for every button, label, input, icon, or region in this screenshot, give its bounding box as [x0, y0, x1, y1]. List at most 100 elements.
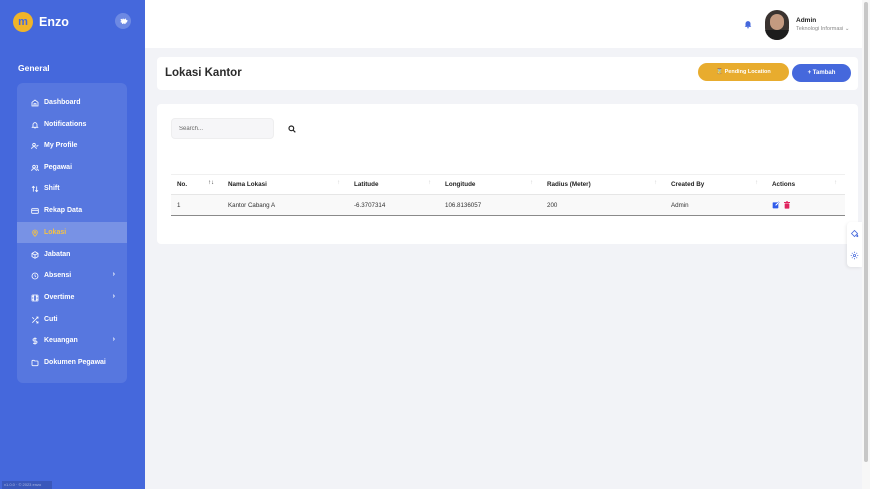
- cell-latitude: -6.3707314: [348, 194, 439, 216]
- sidebar-item-label: Jabatan: [44, 251, 71, 258]
- cell-created-by: Admin: [665, 194, 766, 216]
- page-header-card: Lokasi Kantor ⌛ Pending Location + Tamba…: [157, 57, 858, 90]
- table-row: 1 Kantor Cabang A -6.3707314 106.8136057…: [171, 194, 845, 216]
- column-label: Nama Lokasi: [228, 181, 267, 188]
- sidebar-item-cuti[interactable]: Cuti: [17, 309, 127, 330]
- cell-no: 1: [171, 194, 222, 216]
- column-header-radius[interactable]: Radius (Meter) ↑: [541, 174, 665, 195]
- version-label: v1.0.0 · © 2023 enzo: [2, 481, 52, 489]
- sidebar-item-label: Notifications: [44, 121, 87, 128]
- sidebar-item-dashboard[interactable]: Dashboard: [17, 92, 127, 113]
- search-input[interactable]: [171, 118, 274, 139]
- sidebar-section-title: General: [18, 63, 50, 73]
- column-label: Latitude: [354, 181, 379, 188]
- film-icon: [31, 294, 39, 301]
- column-header-longitude[interactable]: Longitude ↑: [439, 174, 541, 195]
- sort-icon: ↑: [654, 180, 657, 186]
- sidebar-settings-button[interactable]: [115, 13, 131, 29]
- column-header-created-by[interactable]: Created By ↑: [665, 174, 766, 195]
- sidebar-menu: Dashboard Notifications My Profile Pegaw…: [17, 83, 127, 383]
- sidebar-item-absensi[interactable]: Absensi ›: [17, 265, 127, 286]
- sort-icon: ↑↓: [208, 180, 214, 186]
- sidebar-item-label: Dashboard: [44, 99, 81, 106]
- sort-icon: ↑: [834, 180, 837, 186]
- user-role-dropdown[interactable]: Teknologi Informasi ⌄: [796, 26, 850, 32]
- sidebar-item-label: Pegawai: [44, 164, 73, 171]
- bell-icon[interactable]: [743, 19, 753, 29]
- sidebar-item-label: Absensi: [44, 272, 72, 279]
- sidebar-item-label: My Profile: [44, 142, 78, 149]
- sidebar-item-label: Dokumen Pegawai: [44, 359, 106, 366]
- bell-icon: [31, 121, 39, 128]
- chevron-right-icon: ›: [112, 271, 115, 278]
- brand[interactable]: m Enzo: [13, 12, 69, 32]
- sort-icon: ↑: [337, 180, 340, 186]
- avatar[interactable]: [765, 10, 789, 40]
- floating-tools: [847, 222, 862, 267]
- page-title: Lokasi Kantor: [165, 67, 242, 79]
- edit-icon[interactable]: [772, 201, 780, 209]
- column-label: Actions: [772, 181, 796, 188]
- sidebar-item-overtime[interactable]: Overtime ›: [17, 287, 127, 308]
- shuffle-icon: [32, 316, 39, 323]
- sidebar-item-keuangan[interactable]: Keuangan ›: [17, 330, 127, 351]
- sidebar-item-label: Keuangan: [44, 337, 78, 344]
- swap-icon: [31, 185, 39, 192]
- user-check-icon: [31, 142, 39, 149]
- sidebar-item-label: Cuti: [44, 316, 58, 323]
- sidebar-item-label: Shift: [44, 185, 60, 192]
- sidebar-item-shift[interactable]: Shift: [17, 178, 127, 199]
- column-header-latitude[interactable]: Latitude ↑: [348, 174, 439, 195]
- folder-icon: [31, 359, 39, 366]
- column-header-nama-lokasi[interactable]: Nama Lokasi ↑: [222, 174, 348, 195]
- scrollbar-thumb[interactable]: [864, 2, 868, 462]
- cell-longitude: 106.8136057: [439, 194, 541, 216]
- paint-bucket-icon[interactable]: [850, 229, 859, 238]
- pending-location-button[interactable]: ⌛ Pending Location: [698, 63, 789, 81]
- sidebar-item-label: Lokasi: [44, 229, 67, 236]
- column-label: Created By: [671, 181, 705, 188]
- cell-radius: 200: [541, 194, 665, 216]
- dollar-icon: [32, 336, 38, 345]
- sidebar-item-label: Rekap Data: [44, 207, 83, 214]
- search-icon[interactable]: [288, 125, 296, 133]
- clock-icon: [31, 272, 39, 279]
- sidebar-item-label: Overtime: [44, 294, 75, 301]
- user-name[interactable]: Admin: [796, 17, 816, 24]
- sort-icon: ↑: [428, 180, 431, 186]
- card-icon: [31, 207, 39, 214]
- sidebar-item-notifications[interactable]: Notifications: [17, 114, 127, 135]
- cell-nama-lokasi: Kantor Cabang A: [222, 194, 348, 216]
- chevron-right-icon: ›: [112, 293, 115, 300]
- sort-icon: ↑: [530, 180, 533, 186]
- home-icon: [31, 98, 39, 106]
- top-header: Admin Teknologi Informasi ⌄: [145, 0, 862, 48]
- column-label: Longitude: [445, 181, 476, 188]
- sidebar-item-rekap-data[interactable]: Rekap Data: [17, 200, 127, 221]
- trash-icon[interactable]: [783, 201, 791, 209]
- sidebar-item-my-profile[interactable]: My Profile: [17, 135, 127, 156]
- brand-name: Enzo: [39, 15, 69, 29]
- sidebar-item-dokumen-pegawai[interactable]: Dokumen Pegawai: [17, 352, 127, 373]
- chevron-right-icon: ›: [112, 336, 115, 343]
- chevron-down-icon: ⌄: [844, 26, 850, 32]
- column-label: No.: [177, 181, 188, 188]
- table-header-row: No. ↑↓ Nama Lokasi ↑ Latitude ↑ Longitude ↑ …: [171, 174, 845, 195]
- column-header-no[interactable]: No. ↑↓: [171, 174, 222, 195]
- add-location-button[interactable]: + Tambah: [792, 64, 851, 82]
- sidebar: m Enzo General Dashboard Notifications M…: [0, 0, 145, 489]
- avatar-face: [770, 14, 784, 30]
- sidebar-item-lokasi[interactable]: Lokasi: [17, 222, 127, 243]
- cell-actions: [766, 194, 845, 216]
- gear-icon[interactable]: [850, 251, 859, 260]
- user-role: Teknologi Informasi: [796, 26, 844, 32]
- location-table: No. ↑↓ Nama Lokasi ↑ Latitude ↑ Longitude ↑ …: [171, 174, 845, 216]
- map-pin-icon: [32, 229, 38, 237]
- column-header-actions[interactable]: Actions ↑: [766, 174, 845, 195]
- avatar-shirt: [765, 30, 789, 40]
- gear-icon: [120, 18, 128, 24]
- sidebar-item-pegawai[interactable]: Pegawai: [17, 157, 127, 178]
- box-icon: [31, 250, 39, 259]
- sidebar-item-jabatan[interactable]: Jabatan: [17, 244, 127, 265]
- sort-icon: ↑: [755, 180, 758, 186]
